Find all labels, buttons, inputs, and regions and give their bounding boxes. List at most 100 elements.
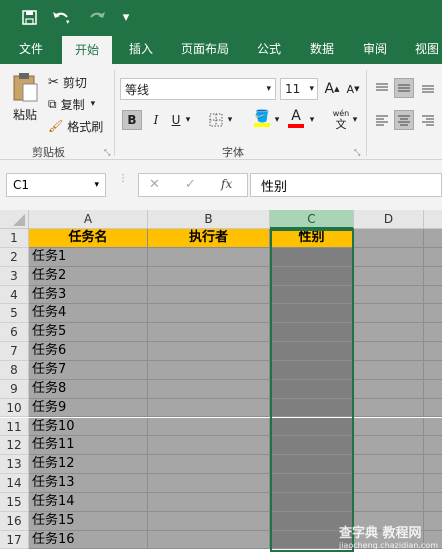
row-header[interactable]: 9 <box>0 379 29 399</box>
row-header[interactable]: 5 <box>0 304 29 324</box>
cell-a[interactable]: 任务4 <box>29 304 148 324</box>
select-all-corner[interactable] <box>0 210 29 229</box>
cell-c[interactable] <box>270 266 354 286</box>
cell-c[interactable] <box>270 436 354 456</box>
shrink-font-button[interactable]: A ▼ <box>343 79 363 99</box>
formula-input[interactable]: 性别 <box>250 173 442 197</box>
cell-e[interactable] <box>424 474 442 493</box>
row-header[interactable]: 4 <box>0 285 29 305</box>
row-header[interactable]: 15 <box>0 492 29 512</box>
customize-qat-button[interactable]: ▾ <box>118 6 134 28</box>
phonetic-button[interactable]: wén 文 <box>330 106 352 132</box>
cell-c[interactable] <box>270 304 354 324</box>
cell-a[interactable]: 任务10 <box>29 417 148 437</box>
cell-b[interactable] <box>148 436 270 456</box>
cell-e[interactable] <box>424 417 442 437</box>
tab-home[interactable]: 开始 <box>62 36 112 64</box>
cell-a[interactable]: 任务1 <box>29 247 148 267</box>
cell-e[interactable] <box>424 285 442 305</box>
cell-c[interactable] <box>270 323 354 343</box>
font-name-select[interactable]: 等线 ▾ <box>120 78 276 100</box>
row-header[interactable]: 7 <box>0 342 29 361</box>
cell-c[interactable] <box>270 360 354 380</box>
cell-d[interactable] <box>354 266 424 286</box>
cell-e[interactable] <box>424 342 442 361</box>
cell-b[interactable] <box>148 379 270 399</box>
cell-a[interactable]: 任务14 <box>29 492 148 512</box>
cell-b[interactable] <box>148 323 270 343</box>
cell-e[interactable] <box>424 304 442 324</box>
chevron-down-icon[interactable]: ▾ <box>182 110 194 130</box>
cell-a[interactable]: 任务13 <box>29 474 148 493</box>
tab-view[interactable]: 视图 <box>404 34 442 64</box>
cell-d[interactable] <box>354 417 424 437</box>
align-right-icon[interactable] <box>418 110 438 130</box>
cell-d[interactable] <box>354 492 424 512</box>
cell-b[interactable] <box>148 247 270 267</box>
cell-d[interactable] <box>354 436 424 456</box>
bold-button[interactable]: B <box>122 110 142 130</box>
row-header[interactable]: 3 <box>0 266 29 286</box>
row-header[interactable]: 13 <box>0 455 29 475</box>
paste-button[interactable]: 粘贴 <box>8 72 42 136</box>
cell-b[interactable] <box>148 342 270 361</box>
cell-a[interactable]: 任务5 <box>29 323 148 343</box>
cell-e[interactable] <box>424 379 442 399</box>
cell-c[interactable] <box>270 492 354 512</box>
cell-e[interactable] <box>424 247 442 267</box>
redo-icon[interactable] <box>84 6 112 28</box>
copy-button[interactable]: ⧉ 复制 ▾ <box>48 94 95 114</box>
row-header[interactable]: 11 <box>0 417 29 437</box>
cell-b[interactable]: 执行者 <box>148 229 270 248</box>
cell-c[interactable] <box>270 398 354 418</box>
cell-b[interactable] <box>148 398 270 418</box>
cell-d[interactable] <box>354 342 424 361</box>
save-icon[interactable] <box>18 6 40 28</box>
cell-b[interactable] <box>148 266 270 286</box>
row-header[interactable]: 10 <box>0 398 29 418</box>
cell-b[interactable] <box>148 455 270 475</box>
name-box[interactable]: C1 ▾ <box>6 173 106 197</box>
grow-font-button[interactable]: A ▲ <box>322 79 342 99</box>
drag-handle[interactable]: ⋮ <box>118 174 128 194</box>
cell-a[interactable]: 任务12 <box>29 455 148 475</box>
cell-b[interactable] <box>148 304 270 324</box>
cell-b[interactable] <box>148 285 270 305</box>
cell-e[interactable] <box>424 398 442 418</box>
cell-e[interactable] <box>424 266 442 286</box>
row-header[interactable]: 8 <box>0 360 29 380</box>
cell-a[interactable]: 任务11 <box>29 436 148 456</box>
row-header[interactable]: 2 <box>0 247 29 267</box>
cell-c[interactable] <box>270 379 354 399</box>
cell-a[interactable]: 任务15 <box>29 511 148 531</box>
cell-d[interactable] <box>354 229 424 248</box>
column-header-e[interactable] <box>424 210 442 229</box>
cancel-icon[interactable]: ✕ <box>149 177 160 192</box>
cell-d[interactable] <box>354 323 424 343</box>
row-header[interactable]: 1 <box>0 229 29 248</box>
column-header-b[interactable]: B <box>148 210 270 229</box>
cell-e[interactable] <box>424 455 442 475</box>
column-header-a[interactable]: A <box>29 210 148 229</box>
column-header-d[interactable]: D <box>354 210 424 229</box>
cell-b[interactable] <box>148 360 270 380</box>
cell-c[interactable]: 性别 <box>270 229 354 248</box>
cell-e[interactable] <box>424 229 442 248</box>
cell-d[interactable] <box>354 304 424 324</box>
cell-c[interactable] <box>270 342 354 361</box>
tab-data[interactable]: 数据 <box>298 34 346 64</box>
cell-c[interactable] <box>270 285 354 305</box>
row-header[interactable]: 6 <box>0 323 29 343</box>
tab-page-layout[interactable]: 页面布局 <box>170 34 240 64</box>
cell-e[interactable] <box>424 323 442 343</box>
cell-c[interactable] <box>270 455 354 475</box>
align-middle-icon[interactable] <box>394 78 414 98</box>
cell-d[interactable] <box>354 247 424 267</box>
enter-icon[interactable]: ✓ <box>185 177 196 192</box>
italic-button[interactable]: I <box>146 110 166 130</box>
align-center-icon[interactable] <box>394 110 414 130</box>
fill-color-icon[interactable]: 🪣 <box>252 108 272 128</box>
cell-b[interactable] <box>148 492 270 512</box>
cell-a[interactable]: 任务8 <box>29 379 148 399</box>
row-header[interactable]: 16 <box>0 511 29 531</box>
